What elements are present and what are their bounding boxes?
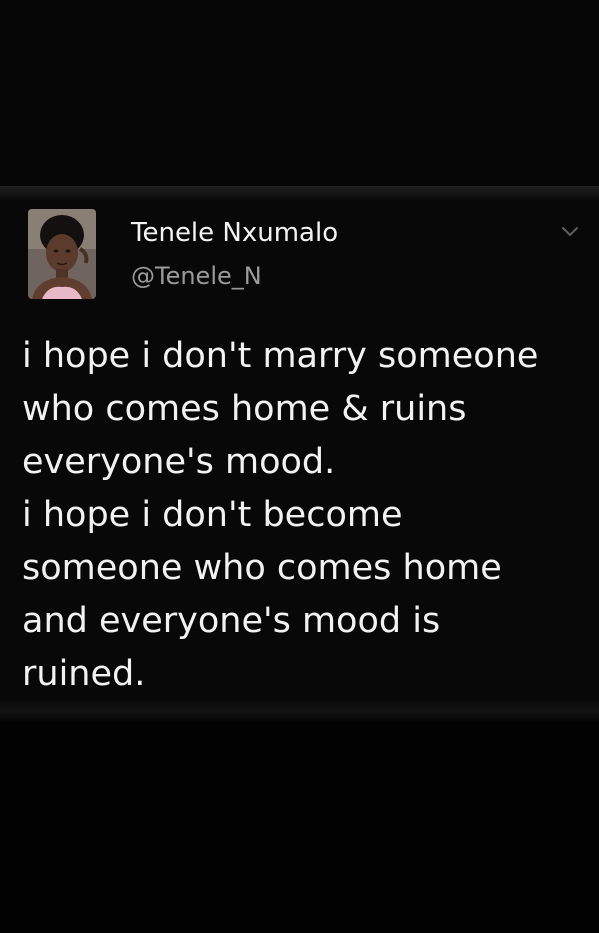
author-handle[interactable]: @Tenele_N xyxy=(131,262,262,290)
tweet-text-line: who comes home & ruins xyxy=(22,389,467,429)
top-background xyxy=(0,0,599,186)
header-separator xyxy=(0,186,599,200)
tweet-bottom-edge xyxy=(0,700,599,722)
avatar[interactable] xyxy=(28,209,96,299)
tweet-text-line: i hope i don't become xyxy=(22,495,403,535)
tweet-text-line: ruined. xyxy=(22,654,146,694)
tweet-text-line: someone who comes home xyxy=(22,548,502,588)
tweet-text-line: and everyone's mood is xyxy=(22,601,441,641)
author-display-name[interactable]: Tenele Nxumalo xyxy=(131,218,338,248)
bottom-background xyxy=(0,722,599,933)
tweet-text: i hope i don't marry someone who comes h… xyxy=(22,330,592,701)
tweet-text-line: everyone's mood. xyxy=(22,442,336,482)
chevron-down-icon[interactable] xyxy=(561,224,579,238)
tweet-text-line: i hope i don't marry someone xyxy=(22,336,539,376)
chevron-down-icon-glyph xyxy=(562,227,578,236)
avatar-image xyxy=(28,209,96,299)
